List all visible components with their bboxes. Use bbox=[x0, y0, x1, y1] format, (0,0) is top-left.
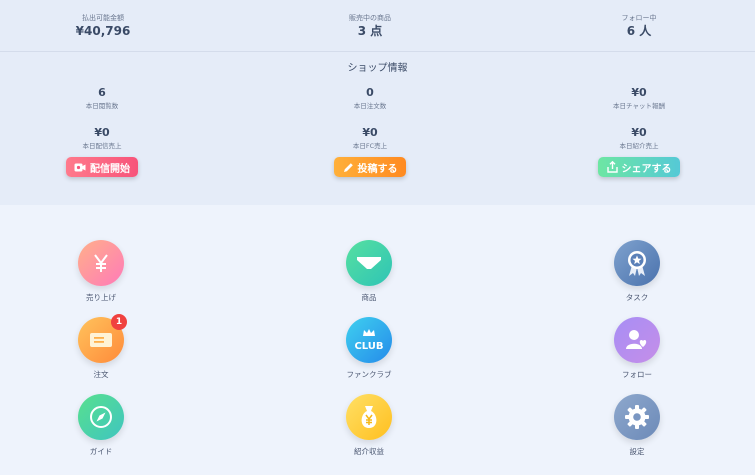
yen-icon bbox=[78, 240, 124, 286]
pencil-icon bbox=[343, 162, 353, 172]
menu-label: 注文 bbox=[93, 370, 109, 379]
menu-label: 紹介収益 bbox=[354, 447, 384, 456]
stat-referral-sales-today: ¥0 本日紹介売上 bbox=[539, 125, 739, 151]
stat-label: 本日チャット報酬 bbox=[613, 102, 665, 110]
post-label: 投稿する bbox=[357, 163, 398, 175]
menu-tasks[interactable]: タスク bbox=[577, 240, 697, 303]
stat-value: ¥0 bbox=[94, 126, 110, 139]
menu-label: ガイド bbox=[89, 447, 113, 456]
menu-follow[interactable]: フォロー bbox=[577, 317, 697, 380]
menu-label: タスク bbox=[625, 293, 649, 302]
stat-value: 6 bbox=[98, 86, 106, 99]
summary-following-label: フォロー中 bbox=[621, 14, 657, 22]
start-live-button[interactable]: 配信開始 bbox=[66, 157, 138, 177]
summary-row: 払出可能金額 ¥40,796 販売中の商品 3 点 フォロー中 6 人 bbox=[0, 0, 755, 52]
menu-referral-income[interactable]: 紹介収益 bbox=[309, 394, 429, 457]
stat-fc-sales-today: ¥0 本日FC売上 bbox=[270, 125, 470, 151]
stat-value: ¥0 bbox=[362, 126, 378, 139]
user-heart-icon bbox=[614, 317, 660, 363]
menu-label: 売り上げ bbox=[86, 293, 116, 302]
menu-label: 設定 bbox=[629, 447, 645, 456]
order-count-badge: 1 bbox=[111, 314, 127, 330]
menu-settings[interactable]: 設定 bbox=[577, 394, 697, 457]
video-camera-icon bbox=[74, 163, 86, 171]
stat-label: 本日閲覧数 bbox=[85, 102, 119, 110]
shop-info-title: ショップ情報 bbox=[347, 63, 408, 74]
summary-balance-label: 払出可能金額 bbox=[82, 14, 124, 22]
summary-products-value: 3 点 bbox=[357, 24, 383, 38]
menu-guide[interactable]: ガイド bbox=[41, 394, 161, 457]
summary-products[interactable]: 販売中の商品 3 点 bbox=[270, 14, 470, 39]
start-live-label: 配信開始 bbox=[90, 163, 130, 175]
shop-dashboard-header: 払出可能金額 ¥40,796 販売中の商品 3 点 フォロー中 6 人 ショップ… bbox=[0, 0, 755, 205]
stat-views-today: 6 本日閲覧数 bbox=[2, 85, 202, 111]
medal-icon bbox=[614, 240, 660, 286]
money-bag-icon bbox=[346, 394, 392, 440]
menu-products[interactable]: 商品 bbox=[309, 240, 429, 303]
share-icon bbox=[606, 161, 618, 173]
menu-sales[interactable]: 売り上げ bbox=[41, 240, 161, 303]
menu-label: ファンクラブ bbox=[346, 370, 392, 379]
gear-icon bbox=[614, 394, 660, 440]
compass-icon bbox=[78, 394, 124, 440]
summary-following-value: 6 人 bbox=[626, 24, 652, 38]
post-button[interactable]: 投稿する bbox=[334, 157, 406, 177]
summary-products-label: 販売中の商品 bbox=[349, 14, 391, 22]
card-icon: 1 bbox=[78, 314, 127, 363]
menu-orders[interactable]: 1 注文 bbox=[41, 314, 161, 380]
stat-label: 本日FC売上 bbox=[352, 142, 388, 150]
menu-label: フォロー bbox=[622, 370, 652, 379]
club-icon: CLUB bbox=[346, 317, 392, 363]
menu-fanclub[interactable]: CLUB ファンクラブ bbox=[309, 317, 429, 380]
stat-chat-reward-today: ¥0 本日チャット報酬 bbox=[539, 85, 739, 111]
summary-balance-value: ¥40,796 bbox=[75, 24, 131, 38]
shirt-icon bbox=[346, 240, 392, 286]
stat-orders-today: 0 本日注文数 bbox=[270, 85, 470, 111]
share-button[interactable]: シェアする bbox=[598, 157, 680, 177]
menu-label: 商品 bbox=[361, 293, 377, 302]
share-label: シェアする bbox=[621, 163, 672, 175]
summary-following[interactable]: フォロー中 6 人 bbox=[539, 14, 739, 39]
summary-balance[interactable]: 払出可能金額 ¥40,796 bbox=[3, 14, 203, 39]
stat-value: ¥0 bbox=[631, 86, 647, 99]
stat-live-sales-today: ¥0 本日配信売上 bbox=[2, 125, 202, 151]
club-icon-text: CLUB bbox=[354, 340, 384, 352]
stat-label: 本日紹介売上 bbox=[619, 142, 659, 150]
stat-label: 本日配信売上 bbox=[82, 142, 122, 150]
stat-label: 本日注文数 bbox=[353, 102, 387, 110]
stat-value: ¥0 bbox=[631, 126, 647, 139]
stat-value: 0 bbox=[366, 86, 374, 99]
